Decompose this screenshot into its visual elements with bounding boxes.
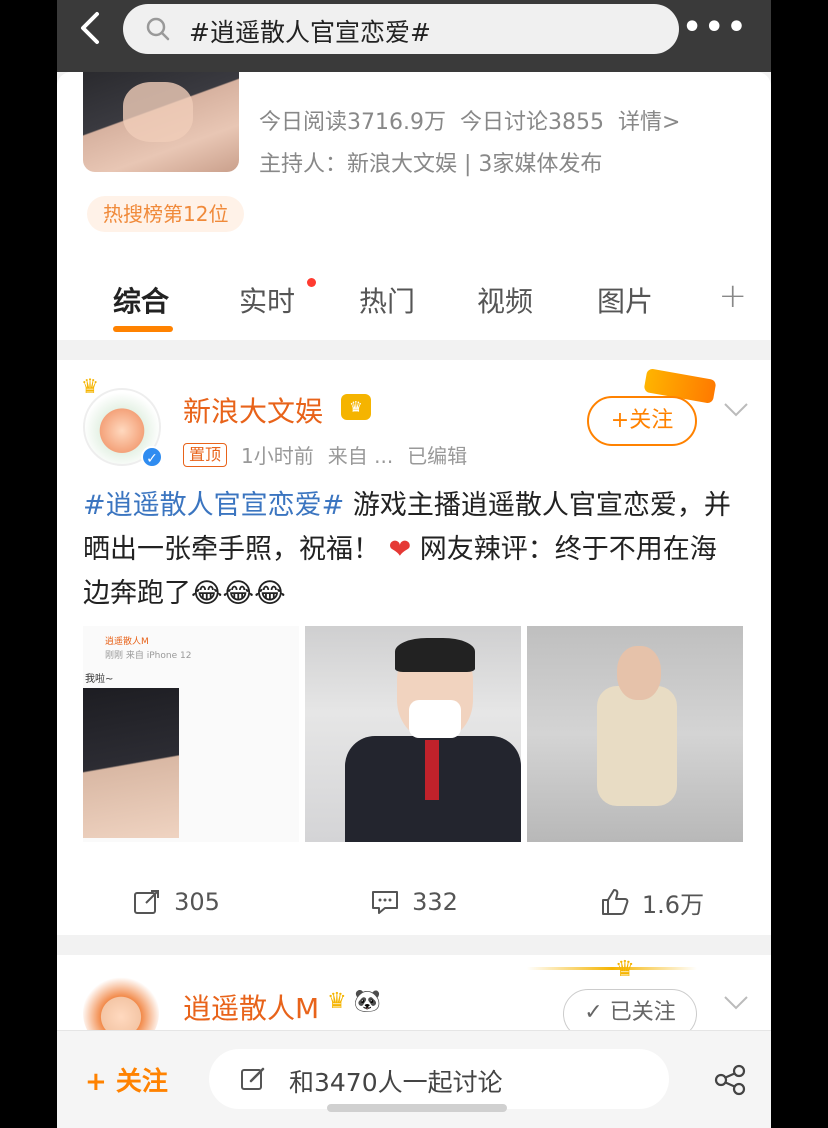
tab-hot[interactable]: 热门 — [359, 280, 415, 320]
topic-details-link[interactable]: 详情> — [618, 110, 680, 135]
post-meta: 置顶 1小时前 来自 ... 已编辑 — [183, 440, 467, 469]
mask-shape — [409, 700, 461, 738]
search-icon — [146, 17, 170, 41]
image-subcaption: 刚刚 来自 iPhone 12 — [105, 651, 192, 661]
chevron-down-icon[interactable] — [723, 402, 749, 418]
heart-icon: ❤ — [380, 534, 412, 565]
topic-hashtag-link[interactable]: #逍遥散人官宣恋爱# — [83, 490, 344, 521]
decoration-line — [527, 967, 697, 970]
image-caption: 逍遥散人M — [105, 637, 149, 647]
post-source: 来自 ... — [327, 444, 394, 468]
post-image-1[interactable]: 逍遥散人M 刚刚 来自 iPhone 12 我啦~ — [83, 626, 299, 842]
topic-header: 今日阅读3716.9万 今日讨论3855 详情> 主持人：新浪大文娱 | 3家媒… — [57, 72, 771, 260]
discuss-placeholder: 和3470人一起讨论 — [289, 1068, 503, 1097]
add-tab-icon[interactable]: + — [719, 276, 748, 316]
more-options-icon[interactable]: ••• — [682, 10, 749, 45]
repost-button[interactable]: 305 — [57, 880, 295, 924]
home-indicator[interactable] — [327, 1104, 507, 1112]
post-image-3[interactable] — [527, 626, 743, 842]
repost-icon — [134, 890, 160, 914]
vip-badge-icon: ♛ — [327, 989, 347, 1014]
body-shape — [597, 686, 677, 806]
back-arrow-icon — [81, 12, 99, 44]
topic-thumbnail[interactable] — [83, 72, 239, 172]
verified-icon: ✓ — [141, 446, 163, 468]
post-author[interactable]: 新浪大文娱 — [183, 390, 323, 430]
topic-discuss-count: 今日讨论3855 — [459, 110, 604, 135]
post-card: ♛ ✓ 新浪大文娱 ♛ 置顶 1小时前 来自 ... 已编辑 +关注 #逍遥散人… — [57, 360, 771, 935]
search-bar[interactable]: #逍遥散人官宣恋爱# — [123, 4, 679, 54]
share-icon[interactable] — [713, 1063, 747, 1097]
pinned-badge: 置顶 — [183, 442, 228, 467]
tab-bar: 综合 实时 热门 视频 图片 + — [57, 260, 771, 340]
user-badges: ♛ 🐼 — [327, 989, 381, 1014]
post-edited[interactable]: 已编辑 — [407, 440, 467, 469]
discuss-input[interactable]: 和3470人一起讨论 — [209, 1049, 669, 1109]
crown-icon: ♛ — [615, 957, 635, 982]
post-time: 1小时前 — [241, 444, 314, 468]
post-text: #逍遥散人官宣恋爱# 游戏主播逍遥散人官宣恋爱，并晒出一张牵手照，祝福！ ❤ 网… — [83, 484, 743, 616]
like-button[interactable]: 1.6万 — [533, 880, 771, 924]
topic-host[interactable]: 主持人：新浪大文娱 | 3家媒体发布 — [259, 146, 602, 178]
tab-realtime[interactable]: 实时 — [239, 280, 295, 320]
comment-button[interactable]: 332 — [295, 880, 533, 924]
top-bar: #逍遥散人官宣恋爱# ••• — [57, 0, 771, 72]
tab-video[interactable]: 视频 — [477, 280, 533, 320]
tie-shape — [425, 740, 439, 800]
search-query: #逍遥散人官宣恋爱# — [189, 18, 431, 47]
comment-icon — [372, 891, 399, 914]
active-tab-indicator — [113, 326, 173, 332]
follow-button[interactable]: +关注 — [587, 396, 697, 446]
bottom-follow-button[interactable]: + 关注 — [85, 1061, 168, 1098]
post-actions: 305 332 1.6万 — [57, 880, 771, 924]
post-image-2[interactable] — [305, 626, 521, 842]
panda-icon: 🐼 — [353, 989, 382, 1014]
back-button[interactable] — [71, 8, 111, 48]
edit-icon — [241, 1067, 265, 1090]
repost-count: 305 — [174, 888, 220, 916]
app-screen: #逍遥散人官宣恋爱# ••• 今日阅读3716.9万 今日讨论3855 详情> … — [57, 0, 771, 1128]
tab-comprehensive[interactable]: 综合 — [113, 280, 169, 320]
chevron-down-icon[interactable] — [723, 995, 749, 1011]
followed-label: 已关注 — [609, 1000, 676, 1025]
tab-images[interactable]: 图片 — [597, 280, 653, 320]
topic-stats: 今日阅读3716.9万 今日讨论3855 详情> — [259, 104, 680, 136]
hot-rank-badge[interactable]: 热搜榜第12位 — [87, 196, 245, 232]
vip-badge-icon: ♛ — [341, 394, 371, 420]
bottom-bar: + 关注 和3470人一起讨论 — [57, 1030, 771, 1128]
like-count: 1.6万 — [641, 890, 705, 919]
image-line: 我啦~ — [85, 674, 114, 685]
head-shape — [617, 646, 661, 700]
new-content-dot — [307, 278, 316, 287]
hair-shape — [395, 638, 475, 672]
crown-icon: ♛ — [81, 374, 99, 398]
thumbs-up-icon — [601, 889, 629, 915]
topic-read-count: 今日阅读3716.9万 — [259, 110, 446, 135]
post-author[interactable]: 逍遥散人M — [183, 987, 319, 1027]
comment-count: 332 — [412, 888, 458, 916]
hands-photo — [83, 688, 179, 838]
